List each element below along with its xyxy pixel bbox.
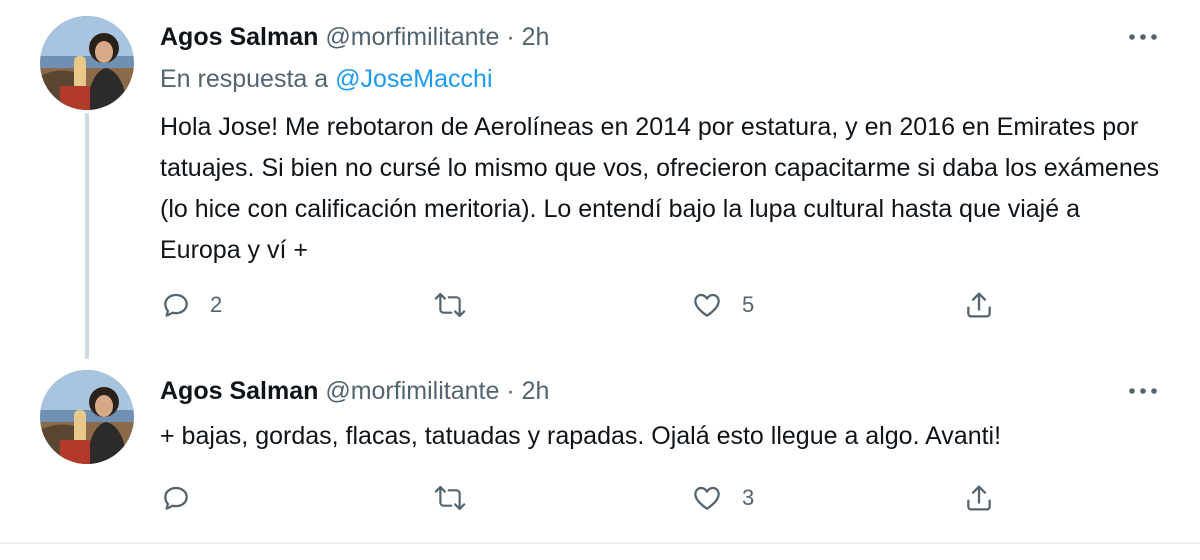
- bottom-divider: [0, 542, 1200, 544]
- more-dots-icon: [1129, 34, 1157, 40]
- retweet-icon: [434, 292, 466, 318]
- author-name[interactable]: Agos Salman: [160, 377, 318, 405]
- author-handle[interactable]: @morfimilitante: [325, 377, 499, 405]
- reply-context: En respuesta a @JoseMacchi: [160, 64, 493, 94]
- like-button[interactable]: 3: [690, 480, 754, 516]
- header-separator: ·: [506, 377, 515, 405]
- tweet-text: Hola Jose! Me rebotaron de Aerolíneas en…: [160, 113, 1160, 264]
- share-icon: [967, 292, 991, 318]
- tweet-text: + bajas, gordas, flacas, tatuadas y rapa…: [160, 422, 1002, 450]
- share-icon: [967, 485, 991, 511]
- tweet-header: Agos Salman @morfimilitante · 2h: [160, 376, 549, 406]
- tweet-timestamp[interactable]: 2h: [522, 23, 550, 51]
- reply-icon: [164, 486, 188, 510]
- heart-icon: [694, 293, 720, 317]
- reply-button[interactable]: 2: [160, 287, 222, 323]
- like-count: 3: [742, 485, 755, 510]
- reply-icon: [164, 293, 188, 317]
- like-button[interactable]: 5: [690, 287, 754, 323]
- more-options-button[interactable]: [1128, 376, 1158, 406]
- tweet-header: Agos Salman @morfimilitante · 2h: [160, 22, 549, 52]
- reply-prefix: En respuesta a: [160, 65, 329, 93]
- like-count: 5: [742, 292, 755, 317]
- more-options-button[interactable]: [1128, 22, 1158, 52]
- retweet-icon: [434, 485, 466, 511]
- author-handle[interactable]: @morfimilitante: [325, 23, 499, 51]
- more-dots-icon: [1129, 388, 1157, 394]
- tweet-2[interactable]: Agos Salman @morfimilitante · 2h + bajas…: [0, 360, 1200, 542]
- share-button[interactable]: [963, 480, 995, 516]
- header-separator: ·: [506, 23, 515, 51]
- reply-mention-link[interactable]: @JoseMacchi: [335, 65, 492, 93]
- tweet-timestamp[interactable]: 2h: [522, 377, 550, 405]
- author-name[interactable]: Agos Salman: [160, 23, 318, 51]
- tweet-1[interactable]: Agos Salman @morfimilitante · 2h En resp…: [0, 0, 1200, 360]
- avatar[interactable]: [40, 370, 134, 464]
- retweet-button[interactable]: [432, 480, 486, 516]
- heart-icon: [694, 486, 720, 510]
- avatar[interactable]: [40, 16, 134, 110]
- reply-button[interactable]: [160, 480, 210, 516]
- reply-count: 2: [210, 292, 223, 317]
- share-button[interactable]: [963, 287, 995, 323]
- retweet-button[interactable]: [432, 287, 486, 323]
